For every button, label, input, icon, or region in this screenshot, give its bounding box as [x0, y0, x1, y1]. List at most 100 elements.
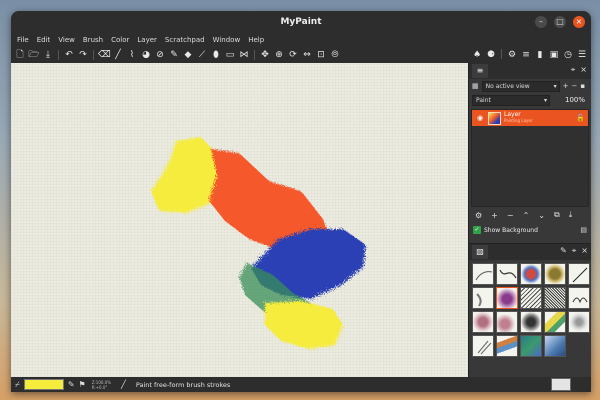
brush-edit-icon[interactable]: ✎ — [560, 246, 567, 256]
visibility-eye-icon[interactable]: ◉ — [475, 113, 485, 123]
brush-pink-dots[interactable] — [472, 311, 494, 333]
color-edit-icon[interactable]: ✎ — [68, 380, 75, 389]
layer-row[interactable]: ◉ Layer Painting Layer 🔓 — [472, 110, 588, 126]
pin-icon[interactable]: ⌖ — [571, 65, 576, 75]
menu-hamburger-icon[interactable]: ☰ — [576, 49, 588, 61]
preview-icon[interactable]: ▣ — [548, 49, 560, 61]
bookmark-flag-icon[interactable]: ⚑ — [79, 380, 86, 389]
menu-window[interactable]: Window — [209, 33, 245, 47]
color-picker-icon[interactable]: ⌿ — [15, 380, 20, 390]
close-button[interactable]: × — [573, 16, 585, 28]
new-document-icon[interactable]: 🗋 — [14, 49, 26, 61]
menu-color[interactable]: Color — [107, 33, 133, 47]
brush-charcoal-dark[interactable] — [520, 311, 542, 333]
brush-textured-ink[interactable] — [544, 287, 566, 309]
brush-smudge[interactable] — [568, 311, 590, 333]
scratchpad-icon[interactable]: ▮ — [534, 49, 546, 61]
brush-knife-green[interactable] — [544, 311, 566, 333]
show-background-row: ✓ Show Background ▤ — [469, 223, 591, 237]
pan-icon[interactable]: ✥ — [259, 49, 271, 61]
lines-icon[interactable]: ⟋ — [196, 49, 208, 61]
layer-opacity[interactable]: 100% — [565, 96, 588, 104]
brush-ink-scribble[interactable] — [496, 263, 518, 285]
lock-view-icon[interactable]: ▪ — [580, 82, 585, 90]
drawing-canvas[interactable] — [11, 63, 468, 377]
menu-scratchpad[interactable]: Scratchpad — [161, 33, 209, 47]
brush-oil-orange[interactable] — [496, 335, 518, 357]
dock-close-icon[interactable]: × — [580, 65, 587, 75]
brush-charcoal-multicolor[interactable] — [520, 263, 542, 285]
menu-brush[interactable]: Brush — [79, 33, 107, 47]
redo-icon[interactable]: ↷ — [77, 49, 89, 61]
symmetry-icon[interactable]: ⋈ — [238, 49, 250, 61]
layer-lock-icon[interactable]: 🔓 — [576, 114, 585, 122]
toolbar-separator — [501, 49, 502, 59]
menu-help[interactable]: Help — [244, 33, 268, 47]
delete-layer-icon[interactable]: − — [507, 211, 514, 220]
undo-icon[interactable]: ↶ — [63, 49, 75, 61]
frame-icon[interactable]: ▭ — [224, 49, 236, 61]
brush-fine-pen[interactable] — [568, 263, 590, 285]
history-icon[interactable]: ◷ — [562, 49, 574, 61]
open-file-icon[interactable]: 🗁 — [28, 49, 40, 61]
maximize-button[interactable]: □ — [554, 16, 566, 28]
fill-icon[interactable]: ◆ — [182, 49, 194, 61]
show-background-checkbox[interactable]: ✓ — [473, 226, 481, 234]
eraser-icon[interactable]: ⌫ — [98, 49, 111, 61]
brush-glaze-blue[interactable] — [544, 335, 566, 357]
zoom-icon[interactable]: ⊕ — [273, 49, 285, 61]
color-picker-icon[interactable]: ⊘ — [154, 49, 166, 61]
background-settings-icon[interactable]: ▤ — [580, 226, 587, 234]
reset-view-icon[interactable]: ⊡ — [315, 49, 327, 61]
flip-horizontal-icon[interactable]: ⇔ — [301, 49, 313, 61]
palette-icon[interactable]: ⚈ — [485, 49, 497, 61]
menu-file[interactable]: File — [13, 33, 33, 47]
current-color-swatch[interactable] — [23, 379, 64, 390]
minimize-button[interactable]: – — [535, 16, 547, 28]
move-layer-up-icon[interactable]: ⌃ — [523, 211, 530, 220]
brush-crayon[interactable] — [472, 287, 494, 309]
add-layer-icon[interactable]: + — [491, 211, 498, 220]
main-toolbar: 🗋 🗁 ⤓ ↶ ↷ ⌫ ╱ ⌇ ◕ ⊘ ✎ ◆ ⟋ ⬮ ▭ ⋈ ✥ ⊕ ⟳ ⇔ … — [11, 47, 591, 63]
brush-dry-pink[interactable] — [496, 311, 518, 333]
pin-icon[interactable]: ⌖ — [572, 246, 577, 256]
menu-view[interactable]: View — [54, 33, 79, 47]
brush-pencil-blend[interactable] — [472, 335, 494, 357]
pen-icon[interactable]: ✎ — [168, 49, 180, 61]
save-icon[interactable]: ⤓ — [42, 49, 54, 61]
move-layer-down-icon[interactable]: ⌄ — [538, 211, 545, 220]
duplicate-layer-icon[interactable]: ⧉ — [554, 210, 560, 220]
remove-view-icon[interactable]: − — [572, 82, 578, 90]
brush-airbrush-purple[interactable] — [496, 287, 518, 309]
brush-settings-icon[interactable]: ⌇ — [126, 49, 138, 61]
brush-status-icon: ╱ — [121, 380, 126, 389]
menu-edit[interactable]: Edit — [33, 33, 55, 47]
menu-layer[interactable]: Layer — [133, 33, 161, 47]
brush-hatching[interactable] — [520, 287, 542, 309]
brush-blend-blue-green[interactable] — [520, 335, 542, 357]
mypaint-window: MyPaint – □ × File Edit View Brush Color… — [11, 11, 591, 392]
title-bar: MyPaint – □ × — [11, 11, 591, 33]
ellipse-icon[interactable]: ⬮ — [210, 49, 222, 61]
view-icon: ▦ — [472, 82, 479, 90]
layer-properties-icon[interactable]: ⚙ — [475, 211, 482, 220]
settings-gear-icon[interactable]: ⚙ — [506, 49, 518, 61]
dock-close-icon[interactable]: × — [581, 246, 588, 256]
layers-tab-icon[interactable]: ≡ — [472, 64, 488, 78]
brushes-tab-icon[interactable]: ▨ — [472, 245, 488, 259]
add-view-icon[interactable]: + — [563, 82, 569, 90]
brushes-icon[interactable]: ♠ — [471, 49, 483, 61]
brush-pencil[interactable] — [472, 263, 494, 285]
fit-view-icon[interactable]: ⦾ — [329, 49, 341, 61]
layer-mode-select[interactable]: Paint ▾ — [472, 94, 550, 106]
view-select[interactable]: No active view ▾ — [481, 80, 560, 92]
brush-calligraphy[interactable] — [568, 287, 590, 309]
color-wheel-icon[interactable]: ◕ — [140, 49, 152, 61]
brush-icon[interactable]: ╱ — [112, 49, 124, 61]
layers-stack-icon[interactable]: ≡ — [520, 49, 532, 61]
brush-watercolor[interactable] — [544, 263, 566, 285]
canvas-preview-thumbnail[interactable] — [551, 378, 571, 391]
status-bar: ⌿ ✎ ⚑ Z:100.0% R:+0.0° ╱ Paint free-form… — [11, 377, 591, 392]
merge-layer-icon[interactable]: ⤓ — [569, 210, 573, 220]
rotate-icon[interactable]: ⟳ — [287, 49, 299, 61]
